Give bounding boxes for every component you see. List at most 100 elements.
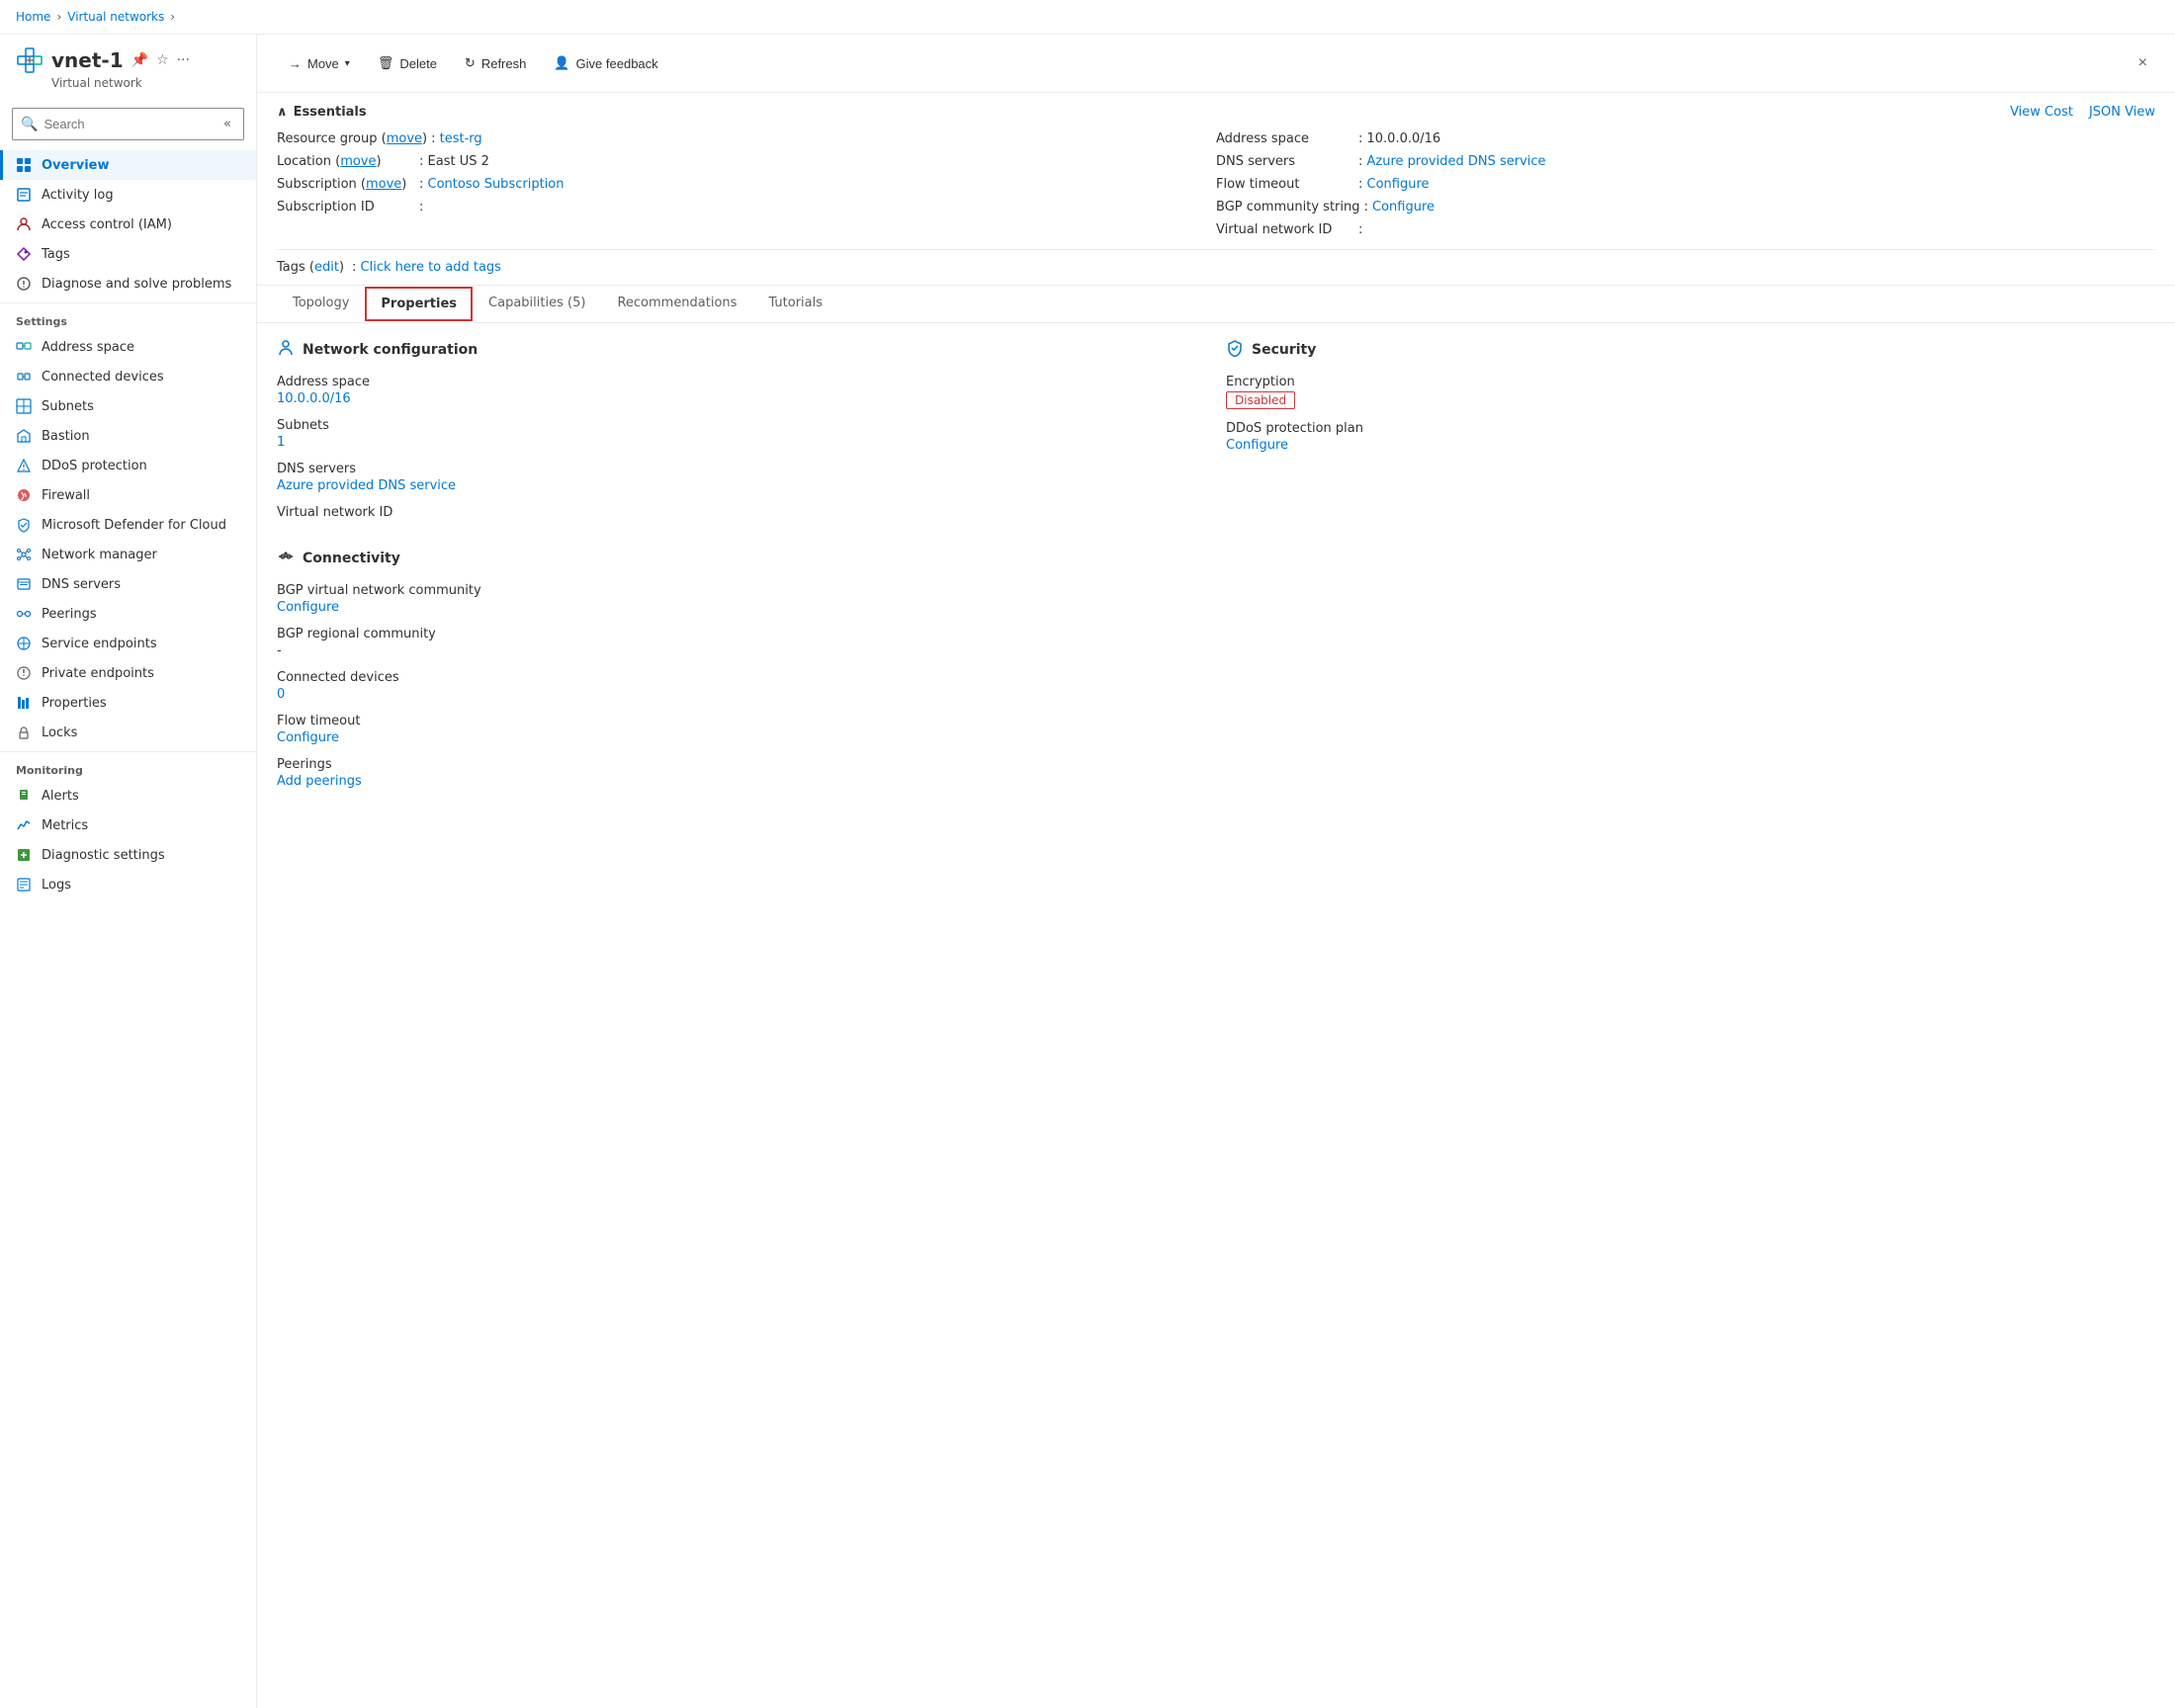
- conn-flow-timeout: Flow timeout Configure: [277, 714, 2155, 745]
- dns-icon: [16, 576, 32, 592]
- essentials-row-subscription: Subscription (move) : Contoso Subscripti…: [277, 177, 1216, 192]
- conn-peerings-link[interactable]: Add peerings: [277, 774, 362, 789]
- rg-value-link[interactable]: test-rg: [440, 131, 482, 146]
- prop-dns-link[interactable]: Azure provided DNS service: [277, 478, 456, 493]
- json-view-link[interactable]: JSON View: [2089, 105, 2155, 120]
- sidebar-item-dns[interactable]: DNS servers: [0, 569, 256, 599]
- tags-add-link[interactable]: Click here to add tags: [361, 260, 501, 275]
- private-endpoints-icon: [16, 665, 32, 681]
- sidebar-label-bastion: Bastion: [42, 429, 90, 444]
- connected-icon: [16, 369, 32, 384]
- dns-value-link[interactable]: Azure provided DNS service: [1367, 154, 1546, 169]
- sidebar-label-activity-log: Activity log: [42, 188, 114, 203]
- refresh-button[interactable]: ↻ Refresh: [453, 49, 538, 77]
- connectivity-icon: [277, 548, 295, 569]
- sidebar-item-peerings[interactable]: Peerings: [0, 599, 256, 629]
- sidebar-item-network-manager[interactable]: Network manager: [0, 540, 256, 569]
- sidebar-label-overview: Overview: [42, 158, 110, 173]
- ddos-icon: [16, 458, 32, 473]
- move-sub-link[interactable]: move: [366, 177, 401, 192]
- more-icon[interactable]: ···: [177, 52, 190, 68]
- sidebar-item-properties[interactable]: Properties: [0, 688, 256, 718]
- bgp-community-link[interactable]: Configure: [1372, 200, 1435, 214]
- tab-recommendations[interactable]: Recommendations: [601, 286, 752, 322]
- connectivity-section: Connectivity BGP virtual network communi…: [257, 548, 2175, 816]
- conn-flow-link[interactable]: Configure: [277, 730, 339, 745]
- sidebar-item-bastion[interactable]: Bastion: [0, 421, 256, 451]
- sidebar-item-locks[interactable]: Locks: [0, 718, 256, 747]
- network-config-icon: [277, 339, 295, 361]
- move-rg-link[interactable]: move: [387, 131, 422, 146]
- breadcrumb-sep2: ›: [170, 10, 175, 24]
- sidebar-item-diagnostic[interactable]: Diagnostic settings: [0, 840, 256, 870]
- close-button[interactable]: ×: [2131, 46, 2155, 80]
- move-dropdown-icon: ▾: [345, 58, 350, 69]
- sidebar-label-defender: Microsoft Defender for Cloud: [42, 518, 226, 533]
- essentials-row-flow-timeout: Flow timeout : Configure: [1216, 177, 2155, 192]
- network-config-title: Network configuration: [303, 342, 478, 358]
- properties-content: Network configuration Address space 10.0…: [257, 323, 2175, 548]
- breadcrumb-virtual-networks[interactable]: Virtual networks: [67, 10, 164, 24]
- tab-topology[interactable]: Topology: [277, 286, 365, 322]
- essentials-row-vnet-id: Virtual network ID :: [1216, 222, 2155, 237]
- conn-connected-devices: Connected devices 0: [277, 670, 2155, 702]
- sidebar-item-ddos[interactable]: DDoS protection: [0, 451, 256, 480]
- feedback-button[interactable]: 👤 Give feedback: [542, 49, 669, 77]
- breadcrumb-home[interactable]: Home: [16, 10, 50, 24]
- sidebar-item-metrics[interactable]: Metrics: [0, 811, 256, 840]
- toolbar: → Move ▾ 🗑 Delete ↻ Refresh 👤 Give feedb…: [257, 35, 2175, 93]
- sidebar-item-activity-log[interactable]: Activity log: [0, 180, 256, 210]
- sidebar-item-alerts[interactable]: Alerts: [0, 781, 256, 811]
- tags-edit-link[interactable]: edit: [314, 260, 339, 275]
- delete-button[interactable]: 🗑 Delete: [366, 49, 449, 77]
- security-title: Security: [1252, 342, 1316, 358]
- prop-subnets-link[interactable]: 1: [277, 435, 285, 450]
- prop-ddos-link[interactable]: Configure: [1226, 438, 1288, 453]
- star-icon[interactable]: ☆: [156, 52, 169, 68]
- sidebar-label-alerts: Alerts: [42, 789, 79, 804]
- sidebar-label-diagnose: Diagnose and solve problems: [42, 277, 231, 292]
- resource-title: vnet-1: [51, 48, 124, 72]
- sidebar-item-iam[interactable]: Access control (IAM): [0, 210, 256, 239]
- tab-properties[interactable]: Properties: [365, 287, 473, 321]
- collapse-icon[interactable]: «: [219, 113, 235, 135]
- view-cost-link[interactable]: View Cost: [2010, 105, 2073, 120]
- move-button[interactable]: → Move ▾: [277, 50, 362, 77]
- sidebar-item-logs[interactable]: Logs: [0, 870, 256, 899]
- network-config-header: Network configuration: [277, 339, 1206, 361]
- prop-address-link[interactable]: 10.0.0.0/16: [277, 391, 351, 406]
- sidebar-label-diagnostic: Diagnostic settings: [42, 848, 165, 863]
- essentials-section: ∧ Essentials View Cost JSON View Resourc…: [257, 93, 2175, 250]
- pin-icon[interactable]: 📌: [131, 52, 148, 68]
- sidebar-item-connected-devices[interactable]: Connected devices: [0, 362, 256, 391]
- tab-tutorials[interactable]: Tutorials: [752, 286, 838, 322]
- sidebar-item-service-endpoints[interactable]: Service endpoints: [0, 629, 256, 658]
- feedback-icon: 👤: [554, 55, 569, 71]
- essentials-row-location: Location (move) : East US 2: [277, 154, 1216, 169]
- sidebar-search-container: 🔍 «: [0, 108, 256, 150]
- flow-timeout-link[interactable]: Configure: [1367, 177, 1430, 192]
- sidebar-item-defender[interactable]: Microsoft Defender for Cloud: [0, 510, 256, 540]
- refresh-icon: ↻: [465, 55, 476, 71]
- sub-value-link[interactable]: Contoso Subscription: [428, 177, 565, 192]
- move-location-link[interactable]: move: [340, 154, 376, 169]
- search-input[interactable]: [44, 117, 214, 131]
- breadcrumb-sep1: ›: [56, 10, 61, 24]
- tab-capabilities[interactable]: Capabilities (5): [473, 286, 601, 322]
- essentials-toggle-icon[interactable]: ∧: [277, 105, 288, 120]
- security-section: Security Encryption Disabled DDoS protec…: [1226, 339, 2155, 532]
- resource-name-row: vnet-1 📌 ☆ ···: [16, 46, 240, 74]
- search-box[interactable]: 🔍 «: [12, 108, 244, 140]
- conn-devices-link[interactable]: 0: [277, 687, 285, 702]
- sidebar-item-subnets[interactable]: Subnets: [0, 391, 256, 421]
- tabs-bar: Topology Properties Capabilities (5) Rec…: [257, 286, 2175, 323]
- sidebar-item-address-space[interactable]: Address space: [0, 332, 256, 362]
- breadcrumb: Home › Virtual networks ›: [0, 0, 2175, 35]
- sidebar-item-overview[interactable]: Overview: [0, 150, 256, 180]
- sidebar-item-diagnose[interactable]: Diagnose and solve problems: [0, 269, 256, 299]
- sidebar-item-private-endpoints[interactable]: Private endpoints: [0, 658, 256, 688]
- sidebar-item-tags[interactable]: Tags: [0, 239, 256, 269]
- refresh-label: Refresh: [481, 56, 527, 71]
- sidebar-item-firewall[interactable]: Firewall: [0, 480, 256, 510]
- conn-bgp-link[interactable]: Configure: [277, 600, 339, 615]
